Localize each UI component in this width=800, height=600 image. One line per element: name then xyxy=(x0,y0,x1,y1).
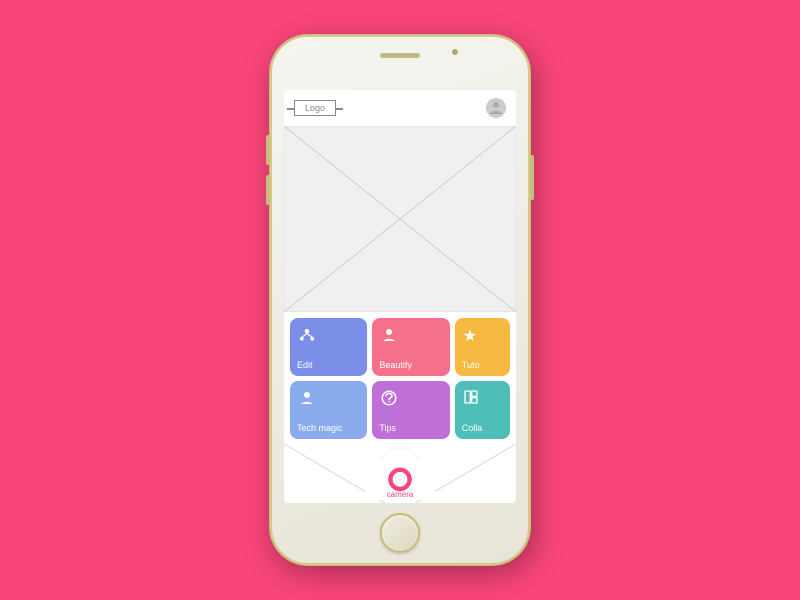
tile-edit-label: Edit xyxy=(297,360,313,370)
camera-label: camera xyxy=(387,490,414,499)
tile-beautify[interactable]: Beautify xyxy=(372,318,449,376)
front-camera-dot xyxy=(452,49,458,55)
tile-collage[interactable]: Colla xyxy=(455,381,510,439)
tile-edit[interactable]: Edit xyxy=(290,318,367,376)
profile-icon[interactable] xyxy=(486,98,506,118)
tile-collage-label: Colla xyxy=(462,423,483,433)
tile-techmagic[interactable]: Tech magic xyxy=(290,381,367,439)
home-button[interactable] xyxy=(380,513,420,553)
edit-icon xyxy=(298,326,316,349)
screen: Logo xyxy=(284,90,516,503)
tutorial-icon: ★ xyxy=(463,326,477,346)
collage-icon xyxy=(463,389,479,410)
phone-device: Logo xyxy=(270,35,530,565)
tile-tutorial-label: Tuto xyxy=(462,360,480,370)
tile-tutorial[interactable]: ★ Tuto xyxy=(455,318,510,376)
tile-beautify-label: Beautify xyxy=(379,360,412,370)
beautify-icon xyxy=(380,326,398,349)
power-button xyxy=(530,155,534,200)
tile-techmagic-label: Tech magic xyxy=(297,423,343,433)
volume-up-button xyxy=(266,135,270,165)
app-header: Logo xyxy=(284,90,516,126)
tips-icon xyxy=(380,389,398,412)
techmagic-icon xyxy=(298,389,316,412)
speaker xyxy=(380,53,420,58)
tiles-row-1: Edit Beautify ★ Tuto xyxy=(290,318,510,376)
volume-down-button xyxy=(266,175,270,205)
tiles-row-2: Tech magic Tips xyxy=(290,381,510,439)
hero-image-placeholder xyxy=(284,126,516,312)
tiles-grid: Edit Beautify ★ Tuto xyxy=(284,312,516,444)
camera-area: camera xyxy=(284,444,516,503)
logo: Logo xyxy=(294,100,336,116)
camera-button[interactable] xyxy=(381,450,419,488)
tile-tips-label: Tips xyxy=(379,423,396,433)
tile-tips[interactable]: Tips xyxy=(372,381,449,439)
